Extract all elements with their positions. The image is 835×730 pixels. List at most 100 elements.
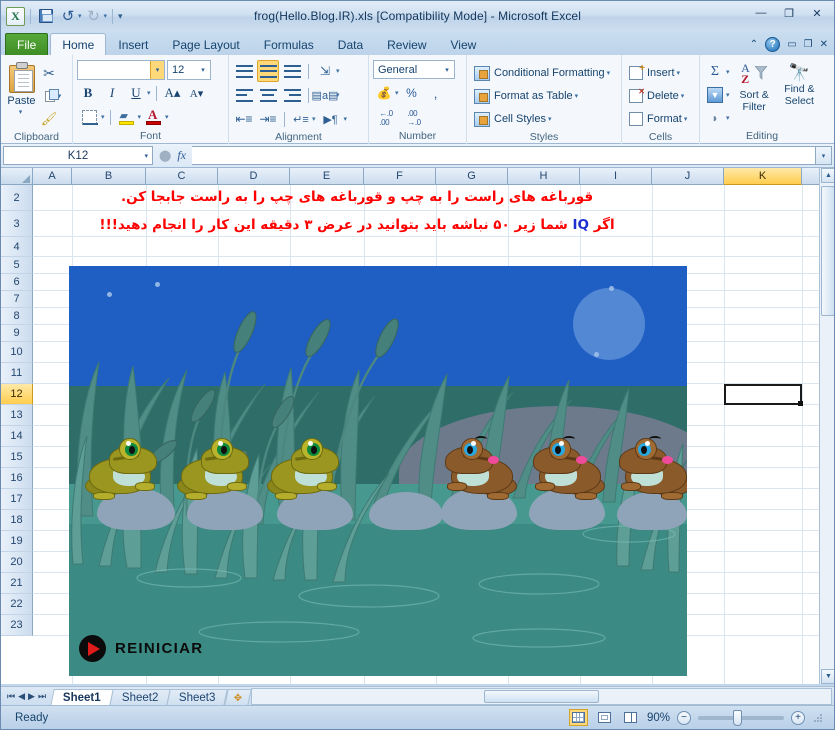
workbook-restore-icon[interactable]: ❐ — [804, 39, 813, 50]
page-break-preview-button[interactable] — [621, 709, 640, 726]
cancel-entry-icon[interactable]: ⬤ — [159, 149, 171, 162]
column-header-c[interactable]: C — [146, 168, 218, 185]
column-header-b[interactable]: B — [72, 168, 146, 185]
expand-formula-bar-icon[interactable]: ▾ — [816, 146, 832, 165]
row-header-22[interactable]: 22 — [1, 594, 33, 615]
row-header-11[interactable]: 11 — [1, 363, 33, 384]
fill-dropdown-icon[interactable]: ▾ — [726, 91, 730, 99]
percent-style-button[interactable]: % — [401, 82, 423, 104]
minimize-ribbon-icon[interactable]: ⌃ — [750, 39, 758, 50]
row-header-6[interactable]: 6 — [1, 274, 33, 291]
close-button[interactable]: ✕ — [806, 5, 828, 21]
row-header-3[interactable]: 3 — [1, 211, 33, 237]
restore-button[interactable]: ❐ — [778, 5, 800, 21]
column-header-d[interactable]: D — [218, 168, 290, 185]
vertical-scrollbar[interactable]: ▲ ▼ — [819, 168, 835, 684]
borders-button[interactable] — [77, 106, 101, 128]
insert-cells-button[interactable]: Insert ▾ — [626, 62, 683, 84]
formula-input[interactable] — [192, 146, 816, 165]
autosum-button[interactable]: Σ — [704, 61, 726, 83]
brown-frog[interactable] — [525, 432, 607, 510]
tab-data[interactable]: Data — [326, 33, 375, 55]
insert-worksheet-button[interactable]: ✥ — [224, 689, 252, 706]
decrease-indent-button[interactable]: ⇤≡ — [233, 108, 255, 130]
chevron-down-icon[interactable]: ▾ — [677, 69, 681, 77]
brown-frog[interactable] — [611, 432, 687, 510]
increase-indent-button[interactable]: ⇥≡ — [257, 108, 279, 130]
insert-function-icon[interactable]: fx — [177, 148, 186, 163]
row-header-9[interactable]: 9 — [1, 325, 33, 342]
chevron-down-icon[interactable]: ▾ — [548, 115, 552, 123]
borders-dropdown-icon[interactable]: ▾ — [101, 113, 105, 121]
clear-button[interactable]: ◗ — [704, 107, 726, 129]
number-format-dropdown-icon[interactable]: ▾ — [440, 61, 454, 79]
cut-button[interactable]: ✂ — [38, 62, 60, 84]
minimize-button[interactable]: — — [750, 5, 772, 21]
rtl-dropdown-icon[interactable]: ▾ — [344, 115, 348, 123]
frog-puzzle-image[interactable]: REINICIAR — [69, 266, 687, 676]
zoom-slider-thumb[interactable] — [733, 710, 742, 726]
row-header-10[interactable]: 10 — [1, 342, 33, 363]
tab-insert[interactable]: Insert — [106, 33, 160, 55]
paste-dropdown-icon[interactable]: ▾ — [19, 108, 23, 116]
column-header-f[interactable]: F — [364, 168, 436, 185]
decrease-decimal-button[interactable]: .00→.0 — [401, 107, 427, 129]
tab-formulas[interactable]: Formulas — [252, 33, 326, 55]
merge-dropdown-icon[interactable]: ▾ — [336, 91, 340, 99]
name-box-dropdown-icon[interactable]: ▾ — [144, 152, 148, 160]
autosum-dropdown-icon[interactable]: ▾ — [726, 68, 730, 76]
row-header-7[interactable]: 7 — [1, 291, 33, 308]
font-size-dropdown-icon[interactable]: ▾ — [196, 61, 210, 79]
font-name-input[interactable]: ▾ — [77, 60, 165, 80]
sheet-tab-sheet2[interactable]: Sheet2 — [109, 689, 171, 706]
help-icon[interactable]: ? — [765, 37, 780, 52]
increase-font-size-button[interactable]: A▴ — [162, 82, 184, 104]
next-sheet-icon[interactable]: ▶ — [28, 691, 35, 702]
find-select-button[interactable]: 🔭 Find & Select — [779, 61, 820, 107]
font-color-button[interactable]: A — [143, 106, 165, 128]
resize-grip-icon[interactable] — [812, 712, 824, 724]
chevron-down-icon[interactable]: ▾ — [684, 115, 688, 123]
excel-logo-icon[interactable]: X — [6, 7, 25, 26]
row-header-23[interactable]: 23 — [1, 615, 33, 636]
sheet-tab-sheet1[interactable]: Sheet1 — [50, 689, 113, 706]
scroll-up-icon[interactable]: ▲ — [821, 168, 835, 183]
customize-quick-access-icon[interactable]: ▾ — [118, 11, 123, 22]
zoom-level[interactable]: 90% — [647, 712, 670, 724]
format-painter-button[interactable]: 🖌 — [38, 108, 60, 130]
fill-color-dropdown-icon[interactable]: ▾ — [138, 113, 142, 121]
accounting-dropdown-icon[interactable]: ▾ — [395, 89, 399, 97]
page-layout-view-button[interactable] — [595, 709, 614, 726]
accounting-format-button[interactable]: 💰 — [373, 82, 395, 104]
column-header-k[interactable]: K — [724, 168, 802, 185]
tab-file[interactable]: File — [5, 33, 48, 55]
row-header-18[interactable]: 18 — [1, 510, 33, 531]
underline-button[interactable]: U — [125, 82, 147, 104]
column-header-a[interactable]: A — [33, 168, 72, 185]
column-header-j[interactable]: J — [652, 168, 724, 185]
sheet-tab-sheet3[interactable]: Sheet3 — [166, 689, 228, 706]
align-top-button[interactable] — [233, 60, 255, 82]
conditional-formatting-button[interactable]: Conditional Formatting ▾ — [471, 62, 613, 84]
tab-review[interactable]: Review — [375, 33, 438, 55]
delete-cells-button[interactable]: Delete ▾ — [626, 85, 687, 107]
cell-area[interactable]: قورباغه های راست را به چپ و قورباغه های … — [33, 185, 835, 684]
bold-button[interactable]: B — [77, 82, 99, 104]
prev-sheet-icon[interactable]: ◀ — [18, 691, 25, 702]
cell-styles-button[interactable]: Cell Styles ▾ — [471, 108, 554, 130]
wrap-text-button[interactable]: ↵≡ — [290, 108, 312, 130]
workbook-close-icon[interactable]: ✕ — [820, 39, 828, 50]
row-header-4[interactable]: 4 — [1, 237, 33, 257]
row-header-8[interactable]: 8 — [1, 308, 33, 325]
last-sheet-icon[interactable]: ⏭ — [38, 691, 46, 702]
align-center-button[interactable] — [257, 84, 279, 106]
align-right-button[interactable] — [281, 84, 303, 106]
column-header-e[interactable]: E — [290, 168, 364, 185]
format-cells-button[interactable]: Format ▾ — [626, 108, 690, 130]
row-header-15[interactable]: 15 — [1, 447, 33, 468]
column-header-h[interactable]: H — [508, 168, 580, 185]
first-sheet-icon[interactable]: ⏮ — [7, 691, 15, 702]
comma-style-button[interactable]: , — [425, 82, 447, 104]
row-header-19[interactable]: 19 — [1, 531, 33, 552]
paste-button[interactable]: Paste ▾ — [5, 60, 38, 116]
